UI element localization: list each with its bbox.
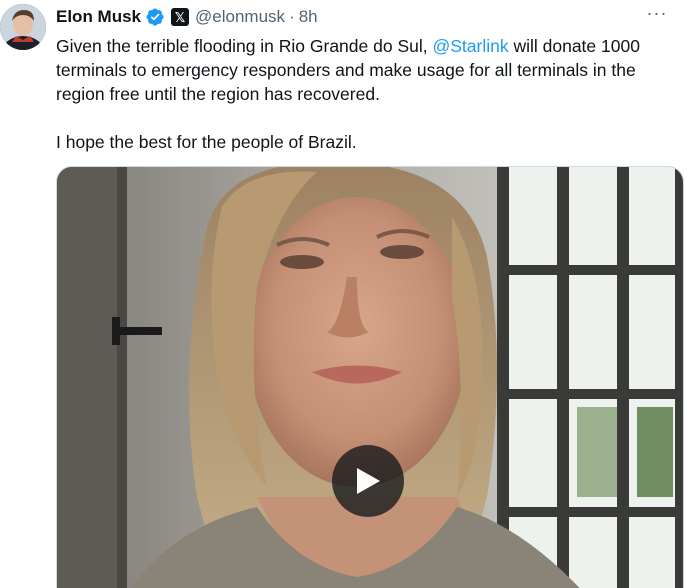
tweet-header: Elon Musk 𝕏 @elonmusk · 8h	[56, 4, 318, 30]
verified-badge-icon[interactable]	[145, 7, 165, 27]
text-before-mention: Given the terrible flooding in Rio Grand…	[56, 36, 433, 56]
timestamp[interactable]: 8h	[299, 7, 318, 27]
video-player[interactable]	[56, 166, 684, 588]
tweet-paragraph-2: I hope the best for the people of Brazil…	[56, 132, 357, 152]
more-icon[interactable]: ···	[645, 4, 669, 26]
mention-link[interactable]: @Starlink	[432, 36, 508, 56]
video-thumbnail	[57, 167, 683, 588]
author-name[interactable]: Elon Musk	[56, 7, 141, 27]
tweet-text: Given the terrible flooding in Rio Grand…	[56, 34, 681, 154]
tweet-paragraph-1: Given the terrible flooding in Rio Grand…	[56, 34, 681, 106]
separator-dot: ·	[289, 7, 295, 26]
tweet[interactable]: Elon Musk 𝕏 @elonmusk · 8h ··· Given the…	[0, 0, 687, 588]
play-button[interactable]	[332, 445, 404, 517]
x-logo-icon: 𝕏	[171, 8, 190, 26]
avatar[interactable]	[0, 4, 46, 50]
author-handle[interactable]: @elonmusk	[195, 7, 285, 27]
play-icon	[357, 468, 380, 494]
